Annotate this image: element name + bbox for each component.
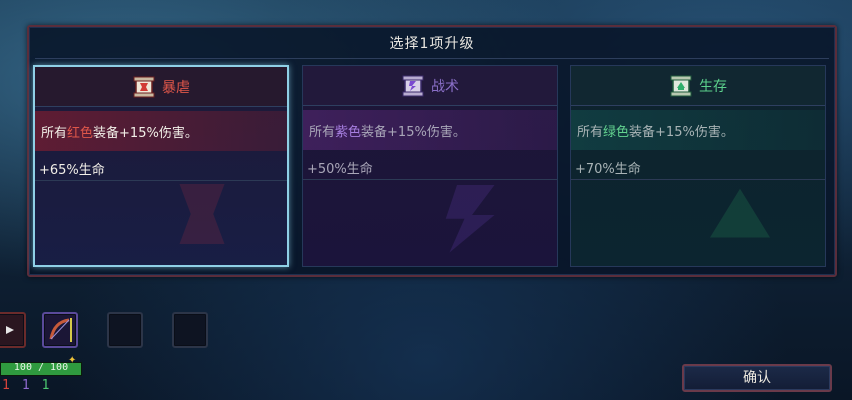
- card-description: 所有 绿色 装备+15%伤害。: [571, 110, 825, 150]
- inventory-slot-weapon[interactable]: [0, 312, 26, 348]
- bg-scroll-watermark-icon: [179, 184, 225, 244]
- card-category-label: 暴虐: [162, 79, 190, 96]
- panel-title: 选择1项升级: [389, 36, 475, 52]
- card-description: 所有 紫色 装备+15%伤害。: [303, 110, 557, 150]
- confirm-button[interactable]: 确认: [682, 364, 832, 392]
- card-category-label: 生存: [699, 78, 727, 95]
- upgrade-card-brutality[interactable]: 暴虐 所有 红色 装备+15%伤害。 +65%生命: [33, 65, 289, 267]
- survival-stat-count: 1: [41, 378, 50, 393]
- upgrade-card-survival[interactable]: 生存 所有 绿色 装备+15%伤害。 +70%生命: [570, 65, 826, 267]
- card-description: 所有 红色 装备+15%伤害。: [35, 111, 287, 151]
- desc-color-word: 紫色: [335, 124, 362, 140]
- inventory-slot-bow[interactable]: [42, 312, 78, 348]
- bg-scroll-watermark-icon: [445, 185, 495, 253]
- desc-suffix: 装备+15%伤害。: [361, 124, 466, 140]
- purple-scroll-icon: [402, 75, 424, 96]
- desc-prefix: 所有: [41, 125, 68, 141]
- upgrade-panel: 选择1项升级 暴虐 所有 红色 装备+15%伤害。 +65%生命 战术 所有 紫…: [27, 25, 837, 277]
- bow-icon: [49, 318, 72, 342]
- card-header: 生存: [571, 66, 825, 106]
- stat-counters: 1 1 1: [2, 378, 49, 393]
- star-icon: ✦: [68, 355, 77, 366]
- upgrade-card-tactics[interactable]: 战术 所有 紫色 装备+15%伤害。 +50%生命: [302, 65, 558, 267]
- desc-prefix: 所有: [577, 124, 604, 140]
- desc-color-word: 绿色: [603, 124, 630, 140]
- bg-scroll-watermark-icon: [710, 188, 770, 238]
- green-scroll-icon: [670, 75, 692, 96]
- title-divider: [35, 58, 829, 59]
- inventory-slot-empty[interactable]: [172, 312, 208, 348]
- desc-color-word: 红色: [67, 125, 94, 141]
- desc-suffix: 装备+15%伤害。: [629, 124, 734, 140]
- brutality-stat-count: 1: [2, 378, 10, 393]
- desc-suffix: 装备+15%伤害。: [93, 125, 198, 141]
- card-header: 战术: [303, 66, 557, 106]
- card-header: 暴虐: [35, 67, 287, 107]
- red-scroll-icon: [133, 76, 155, 97]
- weapon-slot-icon: [6, 326, 14, 334]
- desc-prefix: 所有: [309, 124, 336, 140]
- inventory-slot-empty[interactable]: [107, 312, 143, 348]
- tactics-stat-count: 1: [21, 378, 30, 393]
- card-category-label: 战术: [431, 78, 459, 95]
